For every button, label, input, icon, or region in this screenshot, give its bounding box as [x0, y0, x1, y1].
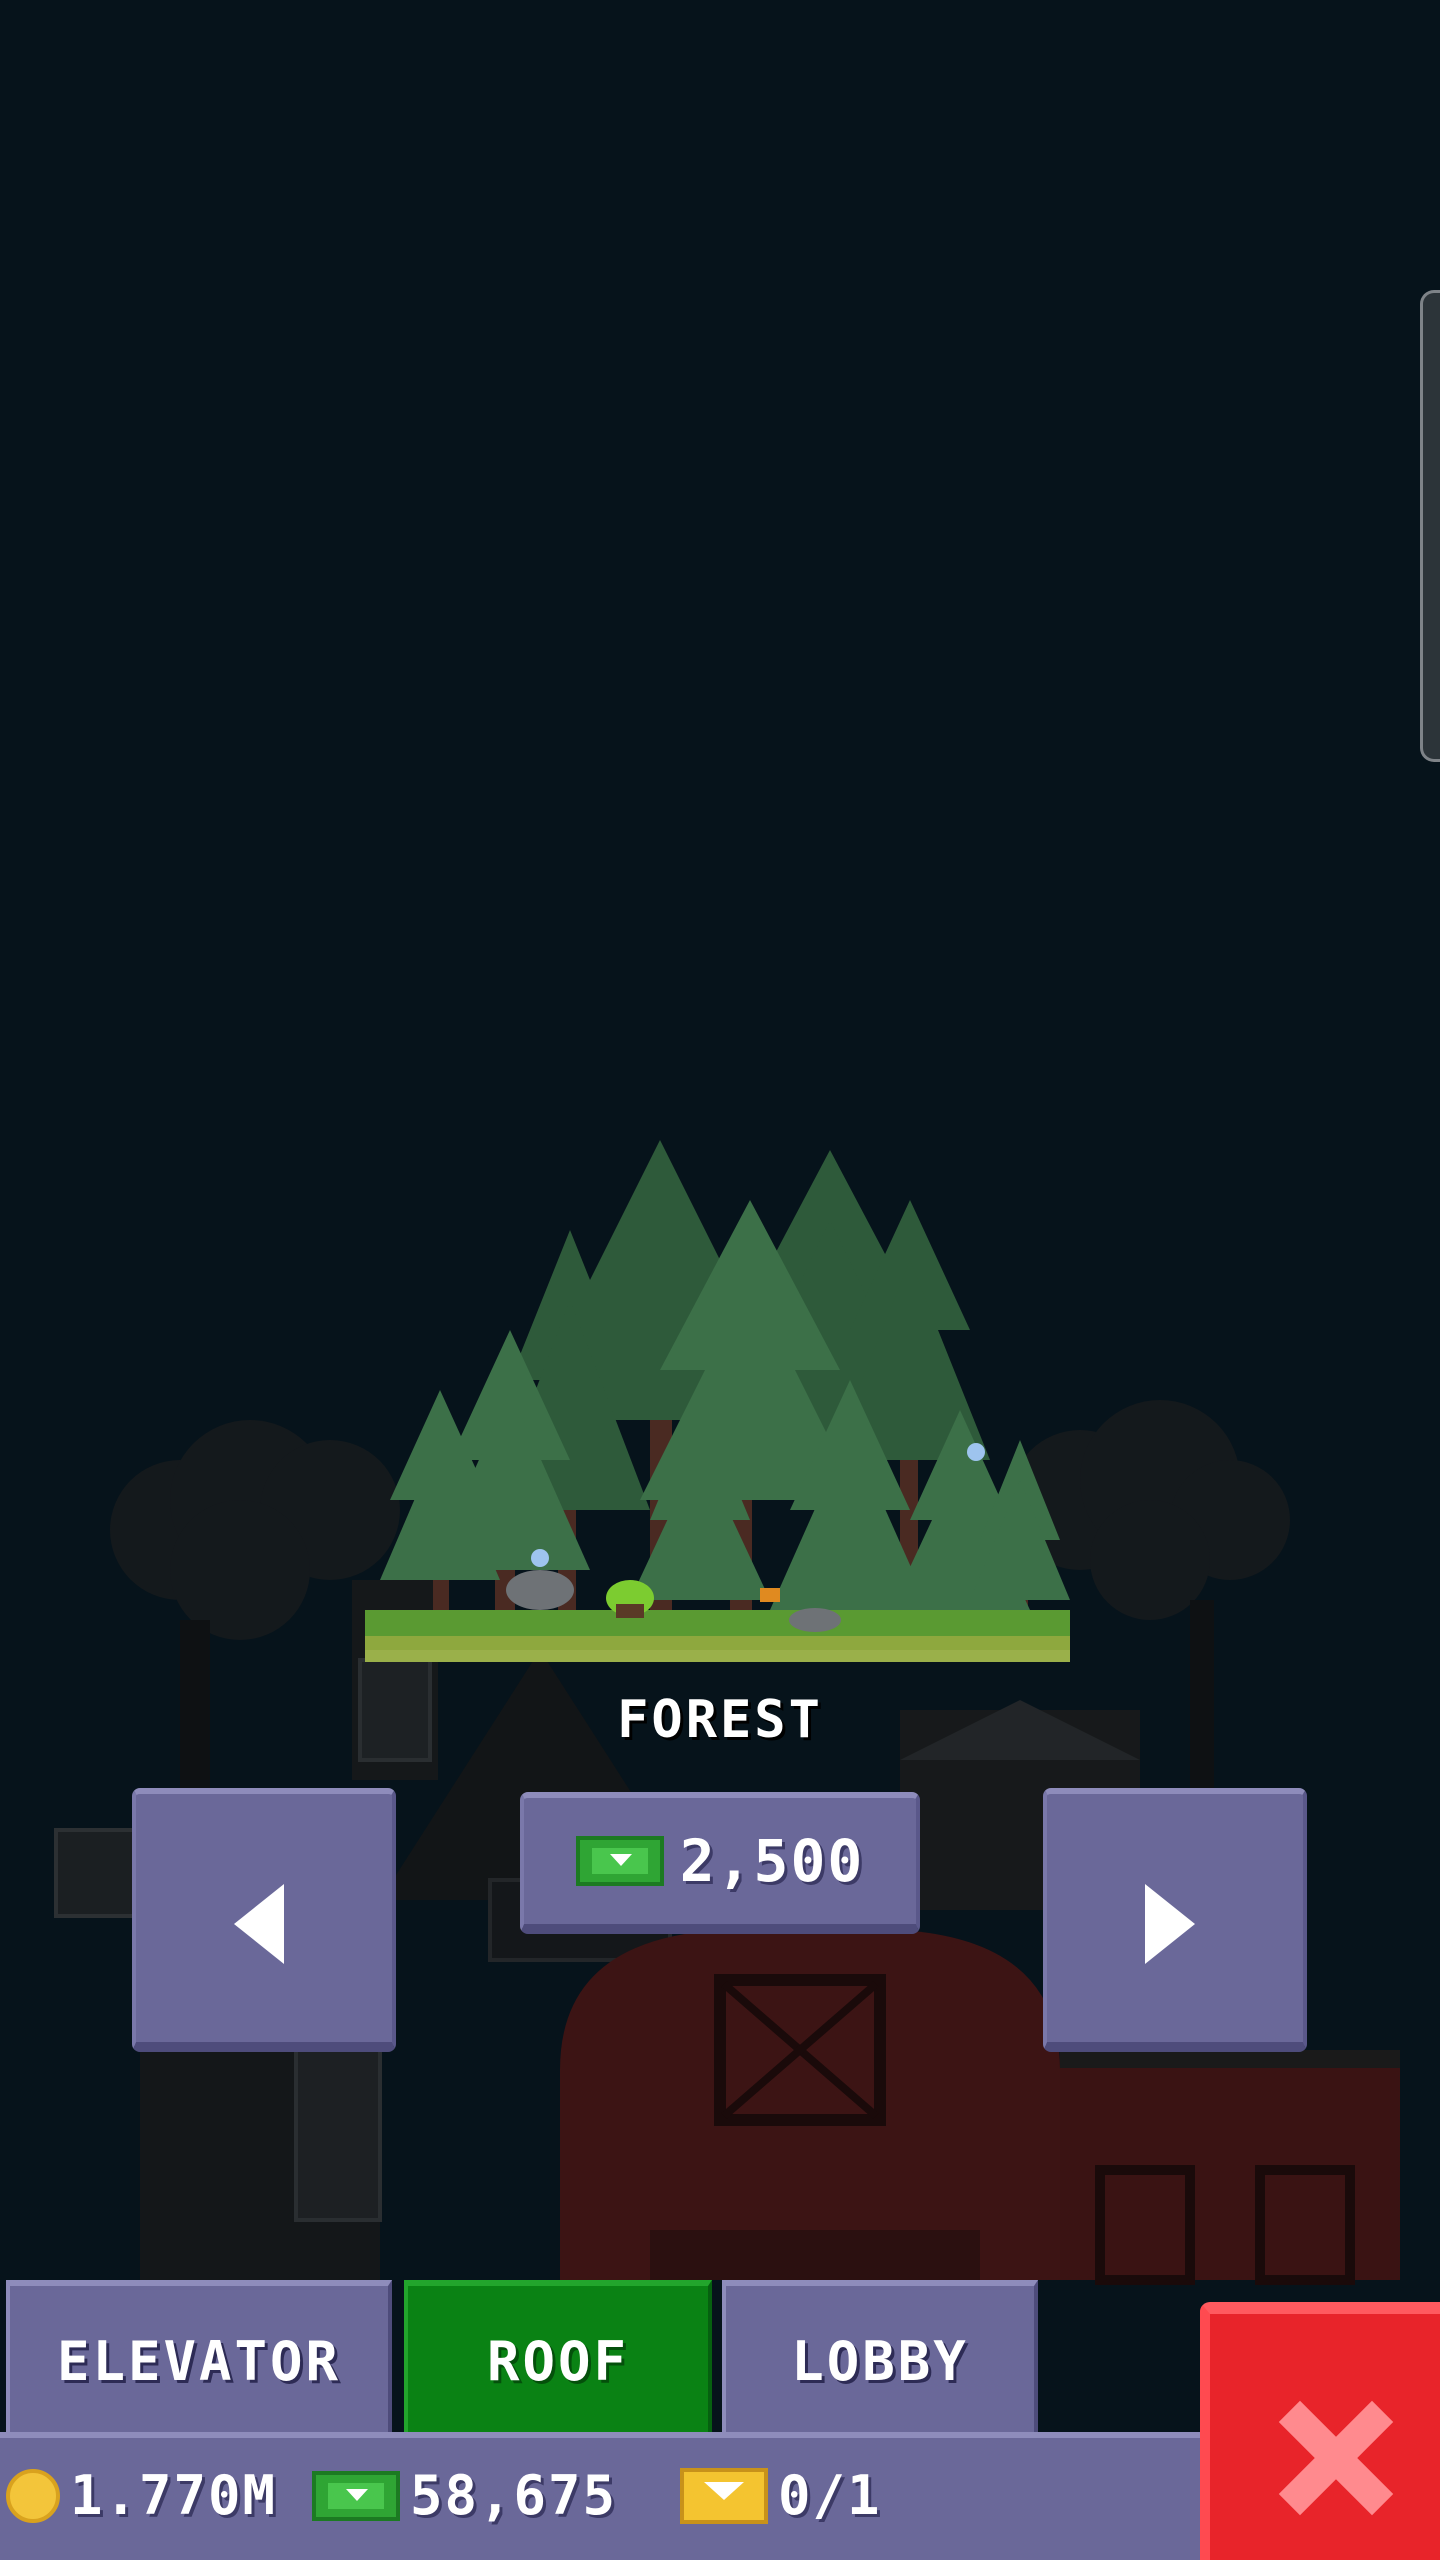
coin-icon — [6, 2468, 60, 2523]
roof-preview-scene — [54, 1140, 1400, 2285]
vip-ticket-icon — [680, 2467, 768, 2524]
tab-lobby[interactable]: LOBBY — [722, 2280, 1038, 2436]
coins-counter: 1.770M — [6, 2464, 277, 2527]
buy-roof-button[interactable]: 2,500 — [520, 1792, 920, 1934]
close-button[interactable] — [1200, 2302, 1440, 2560]
vip-counter: 0/1 — [680, 2464, 882, 2527]
tab-elevator[interactable]: ELEVATOR — [6, 2280, 392, 2436]
bux-value: 58,675 — [410, 2464, 618, 2527]
tab-roof[interactable]: ROOF — [404, 2280, 712, 2436]
coins-value: 1.770M — [70, 2464, 278, 2527]
bux-icon — [575, 1836, 664, 1886]
vip-value: 0/1 — [778, 2464, 882, 2527]
bux-counter: 58,675 — [312, 2464, 617, 2527]
arrow-left-icon — [234, 1884, 284, 1964]
roof-price: 2,500 — [679, 1827, 865, 1895]
bux-icon — [312, 2470, 400, 2521]
game-screen: FOREST 2,500 ELEVATOR ROOF LOBBY 1.770M … — [0, 0, 1440, 2560]
close-icon — [1278, 2400, 1394, 2516]
roof-name: FOREST — [617, 1690, 823, 1750]
previous-roof-button[interactable] — [132, 1788, 396, 2052]
next-roof-button[interactable] — [1043, 1788, 1307, 2052]
forest-preview — [365, 1140, 1070, 1662]
arrow-right-icon — [1145, 1884, 1195, 1964]
